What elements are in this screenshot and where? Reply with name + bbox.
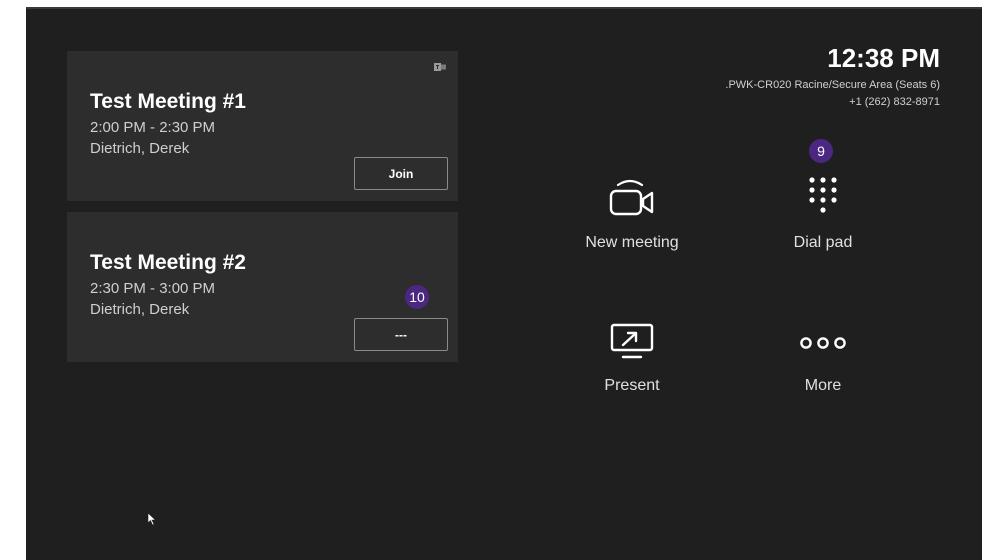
more-button[interactable]: More — [748, 312, 898, 422]
meeting-title: Test Meeting #2 — [90, 251, 246, 274]
screen-share-icon — [610, 323, 654, 359]
dialpad-icon — [809, 177, 837, 213]
meeting-title: Test Meeting #1 — [90, 90, 246, 113]
dial-pad-button[interactable]: Dial pad — [748, 167, 898, 277]
new-meeting-label: New meeting — [585, 234, 679, 251]
step-badge-9: 9 — [809, 139, 833, 163]
more-dots-icon — [800, 337, 846, 349]
meeting-card-1[interactable]: Test Meeting #1 2:00 PM - 2:30 PM Dietri… — [67, 51, 458, 201]
more-label: More — [804, 377, 842, 394]
teams-room-screen: Test Meeting #1 2:00 PM - 2:30 PM Dietri… — [26, 7, 982, 560]
room-name: .PWK-CR020 Racine/Secure Area (Seats 6) — [725, 79, 940, 91]
step-badge-10: 10 — [405, 285, 429, 309]
more-options-button[interactable]: --- — [354, 318, 448, 351]
teams-icon — [434, 63, 446, 71]
meeting-card-2[interactable]: Test Meeting #2 2:30 PM - 3:00 PM Dietri… — [67, 212, 458, 362]
meeting-time: 2:30 PM - 3:00 PM — [90, 280, 216, 297]
present-label: Present — [604, 377, 660, 394]
dial-pad-label: Dial pad — [793, 234, 853, 251]
clock: 12:38 PM — [827, 43, 940, 73]
meeting-organizer: Dietrich, Derek — [90, 140, 190, 157]
meeting-organizer: Dietrich, Derek — [90, 301, 190, 318]
top-border — [26, 7, 982, 9]
new-meeting-button[interactable]: New meeting — [557, 167, 707, 277]
join-button[interactable]: Join — [354, 157, 448, 190]
mouse-cursor-icon — [147, 512, 157, 526]
video-camera-icon — [609, 179, 654, 216]
meeting-time: 2:00 PM - 2:30 PM — [90, 119, 216, 136]
present-button[interactable]: Present — [557, 312, 707, 422]
room-phone: +1 (262) 832-8971 — [849, 96, 940, 108]
